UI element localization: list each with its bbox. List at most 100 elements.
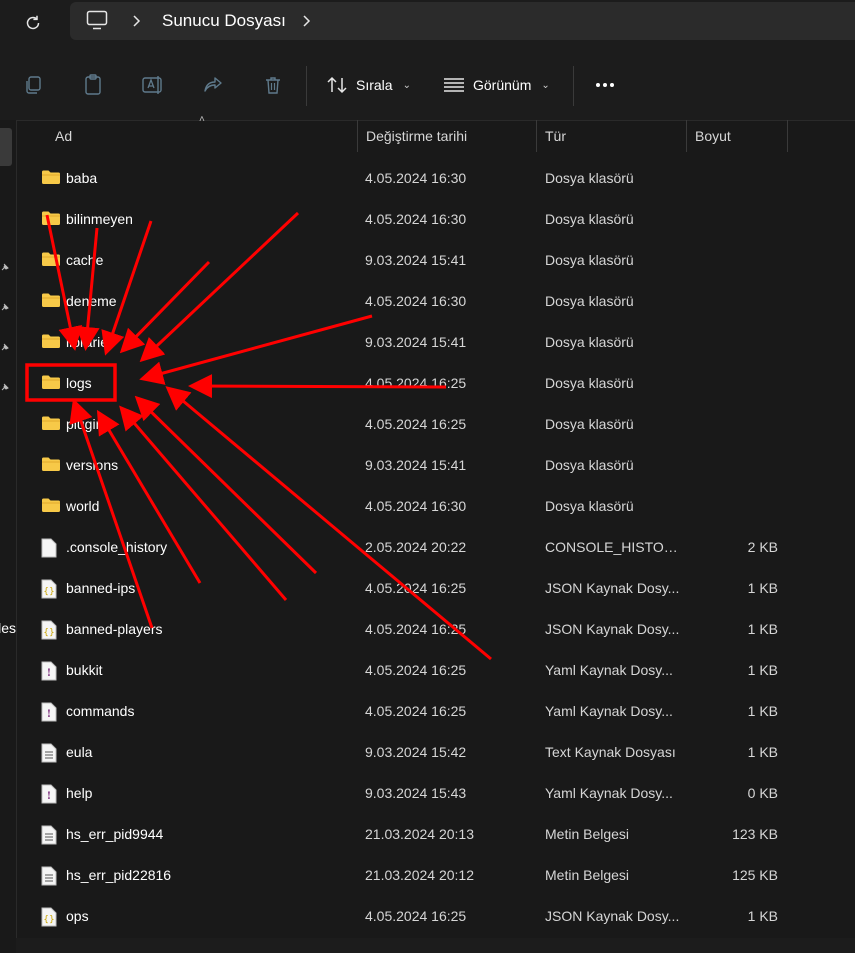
file-modified-date: 4.05.2024 16:25 bbox=[365, 703, 467, 719]
file-name: hs_err_pid9944 bbox=[66, 826, 164, 842]
file-type: Dosya klasörü bbox=[545, 293, 634, 309]
file-modified-date: 4.05.2024 16:25 bbox=[365, 375, 467, 391]
file-type: Metin Belgesi bbox=[545, 867, 630, 883]
file-type: JSON Kaynak Dosy... bbox=[545, 580, 680, 596]
view-label: Görünüm bbox=[473, 77, 532, 93]
file-row[interactable]: .console_history 2.05.2024 20:22 CONSOLE… bbox=[16, 527, 855, 568]
svg-text:!: ! bbox=[47, 668, 51, 679]
file-row[interactable]: plugins 4.05.2024 16:25 Dosya klasörü bbox=[16, 404, 855, 445]
file-row[interactable]: eula 9.03.2024 15:42 Text Kaynak Dosyası… bbox=[16, 732, 855, 773]
file-modified-date: 9.03.2024 15:41 bbox=[365, 252, 467, 268]
file-modified-date: 4.05.2024 16:30 bbox=[365, 293, 467, 309]
delete-icon[interactable] bbox=[262, 74, 284, 96]
address-bar[interactable]: Sunucu Dosyası bbox=[70, 2, 855, 40]
chevron-down-icon: ⌄ bbox=[402, 79, 411, 91]
file-name: bukkit bbox=[66, 662, 103, 678]
rename-icon[interactable] bbox=[142, 74, 164, 96]
svg-text:!: ! bbox=[47, 709, 51, 720]
file-modified-date: 4.05.2024 16:30 bbox=[365, 211, 467, 227]
file-row[interactable]: versions 9.03.2024 15:41 Dosya klasörü bbox=[16, 445, 855, 486]
file-modified-date: 4.05.2024 16:25 bbox=[365, 621, 467, 637]
file-name: world bbox=[66, 498, 100, 514]
file-name: cache bbox=[66, 252, 104, 268]
file-type: Metin Belgesi bbox=[545, 826, 630, 842]
folder-icon bbox=[41, 169, 61, 187]
command-bar: Sırala ⌄ Görünüm ⌄ bbox=[0, 50, 855, 121]
column-header-size[interactable]: Boyut bbox=[695, 120, 731, 152]
folder-icon bbox=[41, 456, 61, 474]
view-icon bbox=[444, 78, 464, 92]
file-type: Dosya klasörü bbox=[545, 252, 634, 268]
file-row[interactable]: world 4.05.2024 16:30 Dosya klasörü bbox=[16, 486, 855, 527]
text-file-icon bbox=[41, 866, 61, 886]
view-button[interactable]: Görünüm ⌄ bbox=[443, 72, 550, 98]
file-name: bilinmeyen bbox=[66, 211, 133, 227]
file-row[interactable]: ! help 9.03.2024 15:43 Yaml Kaynak Dosy.… bbox=[16, 773, 855, 814]
column-header-name[interactable]: Ad bbox=[55, 120, 72, 152]
nav-scrollbar[interactable] bbox=[0, 128, 12, 166]
file-row[interactable]: hs_err_pid9944 21.03.2024 20:13 Metin Be… bbox=[16, 814, 855, 855]
file-modified-date: 9.03.2024 15:41 bbox=[365, 457, 467, 473]
file-row[interactable]: bilinmeyen 4.05.2024 16:30 Dosya klasörü bbox=[16, 199, 855, 240]
column-divider[interactable] bbox=[536, 120, 537, 152]
chevron-right-icon[interactable] bbox=[132, 11, 142, 36]
pin-icon bbox=[1, 383, 9, 391]
chevron-right-icon[interactable] bbox=[302, 11, 312, 36]
this-pc-icon[interactable] bbox=[86, 10, 108, 35]
file-size bbox=[688, 322, 778, 363]
pin-icon bbox=[1, 343, 9, 351]
file-type: JSON Kaynak Dosy... bbox=[545, 908, 680, 924]
file-row[interactable]: ! commands 4.05.2024 16:25 Yaml Kaynak D… bbox=[16, 691, 855, 732]
file-modified-date: 4.05.2024 16:25 bbox=[365, 908, 467, 924]
file-name: help bbox=[66, 785, 93, 801]
svg-text:{}: {} bbox=[43, 915, 54, 925]
yaml-file-icon: ! bbox=[41, 784, 61, 804]
sort-icon bbox=[327, 76, 347, 94]
nav-item-partial-label[interactable]: les bbox=[0, 620, 16, 636]
file-type: Dosya klasörü bbox=[545, 170, 634, 186]
chevron-down-icon: ⌄ bbox=[541, 79, 550, 91]
file-row[interactable]: {} banned-ips 4.05.2024 16:25 JSON Kayna… bbox=[16, 568, 855, 609]
column-divider[interactable] bbox=[686, 120, 687, 152]
file-modified-date: 9.03.2024 15:41 bbox=[365, 334, 467, 350]
column-divider[interactable] bbox=[787, 120, 788, 152]
copy-icon[interactable] bbox=[22, 74, 44, 96]
paste-icon[interactable] bbox=[82, 74, 104, 96]
file-modified-date: 4.05.2024 16:25 bbox=[365, 416, 467, 432]
refresh-icon[interactable] bbox=[18, 8, 48, 38]
share-icon[interactable] bbox=[202, 74, 224, 96]
file-row[interactable]: {} ops 4.05.2024 16:25 JSON Kaynak Dosy.… bbox=[16, 896, 855, 937]
file-row[interactable]: deneme 4.05.2024 16:30 Dosya klasörü bbox=[16, 281, 855, 322]
file-icon bbox=[41, 538, 61, 558]
file-name: hs_err_pid22816 bbox=[66, 867, 172, 883]
file-name: commands bbox=[66, 703, 135, 719]
navigation-pane[interactable] bbox=[0, 120, 17, 953]
file-row[interactable]: ! bukkit 4.05.2024 16:25 Yaml Kaynak Dos… bbox=[16, 650, 855, 691]
file-row[interactable]: logs 4.05.2024 16:25 Dosya klasörü bbox=[16, 363, 855, 404]
sort-button[interactable]: Sırala ⌄ bbox=[326, 72, 411, 98]
file-type: Yaml Kaynak Dosy... bbox=[545, 662, 673, 678]
yaml-file-icon: ! bbox=[41, 661, 61, 681]
file-modified-date: 2.05.2024 20:22 bbox=[365, 539, 467, 555]
file-type: Dosya klasörü bbox=[545, 211, 634, 227]
file-modified-date: 21.03.2024 20:13 bbox=[365, 826, 474, 842]
folder-icon bbox=[41, 292, 61, 310]
file-row[interactable]: baba 4.05.2024 16:30 Dosya klasörü bbox=[16, 158, 855, 199]
more-options-icon[interactable] bbox=[592, 74, 618, 96]
file-size: 2 KB bbox=[747, 539, 778, 555]
column-header-type[interactable]: Tür bbox=[545, 120, 566, 152]
column-header-date[interactable]: Değiştirme tarihi bbox=[366, 120, 467, 152]
file-row[interactable]: hs_err_pid22816 21.03.2024 20:12 Metin B… bbox=[16, 855, 855, 896]
file-name: eula bbox=[66, 744, 93, 760]
file-size: 1 KB bbox=[747, 580, 778, 596]
file-size: 1 KB bbox=[747, 621, 778, 637]
file-size bbox=[688, 486, 778, 527]
breadcrumb-current-folder[interactable]: Sunucu Dosyası bbox=[162, 11, 286, 31]
column-divider[interactable] bbox=[357, 120, 358, 152]
file-row[interactable]: cache 9.03.2024 15:41 Dosya klasörü bbox=[16, 240, 855, 281]
folder-icon bbox=[41, 210, 61, 228]
file-type: JSON Kaynak Dosy... bbox=[545, 621, 680, 637]
file-row[interactable]: libraries 9.03.2024 15:41 Dosya klasörü bbox=[16, 322, 855, 363]
file-size: 123 KB bbox=[732, 826, 778, 842]
file-row[interactable]: {} banned-players 4.05.2024 16:25 JSON K… bbox=[16, 609, 855, 650]
